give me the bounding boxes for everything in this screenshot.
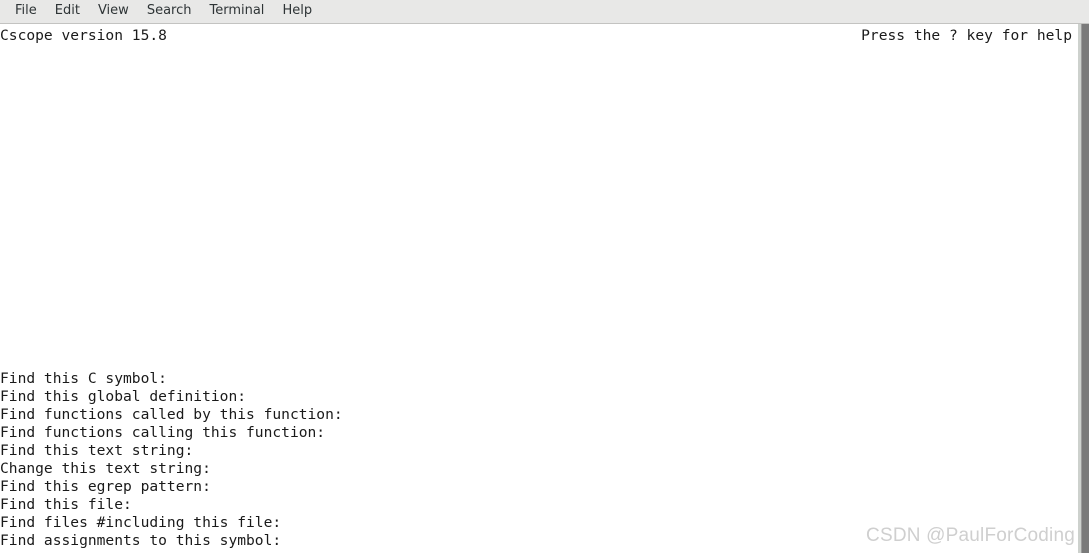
menu-item-search[interactable]: Search — [138, 1, 201, 22]
menu-item-file[interactable]: File — [6, 1, 46, 22]
cscope-version-label: Cscope version 15.8 — [0, 27, 167, 44]
terminal-window: File Edit View Search Terminal Help Csco… — [0, 0, 1089, 553]
menu-item-view[interactable]: View — [89, 1, 138, 22]
menu-bar: File Edit View Search Terminal Help — [0, 0, 1089, 24]
watermark-label: CSDN @PaulForCoding — [866, 525, 1075, 546]
scrollbar-thumb[interactable] — [1081, 24, 1089, 553]
menu-item-edit[interactable]: Edit — [46, 1, 89, 22]
prompt-find-text-string[interactable]: Find this text string: — [0, 442, 343, 460]
menu-item-help[interactable]: Help — [273, 1, 321, 22]
prompt-find-egrep-pattern[interactable]: Find this egrep pattern: — [0, 478, 343, 496]
prompt-find-c-symbol[interactable]: Find this C symbol: — [0, 370, 343, 388]
prompt-find-global-definition[interactable]: Find this global definition: — [0, 388, 343, 406]
vertical-scrollbar[interactable] — [1076, 24, 1089, 553]
prompt-change-text-string[interactable]: Change this text string: — [0, 460, 343, 478]
prompt-find-assignments[interactable]: Find assignments to this symbol: — [0, 532, 343, 550]
cscope-prompt-list: Find this C symbol: Find this global def… — [0, 370, 343, 550]
prompt-find-file[interactable]: Find this file: — [0, 496, 343, 514]
prompt-find-functions-calling[interactable]: Find functions calling this function: — [0, 424, 343, 442]
prompt-find-functions-called-by[interactable]: Find functions called by this function: — [0, 406, 343, 424]
cscope-status-line: Cscope version 15.8 Press the ? key for … — [0, 27, 1072, 45]
menu-item-terminal[interactable]: Terminal — [200, 1, 273, 22]
prompt-find-files-including[interactable]: Find files #including this file: — [0, 514, 343, 532]
terminal-screen[interactable]: Cscope version 15.8 Press the ? key for … — [0, 25, 1076, 553]
help-hint-label: Press the ? key for help — [861, 27, 1072, 44]
